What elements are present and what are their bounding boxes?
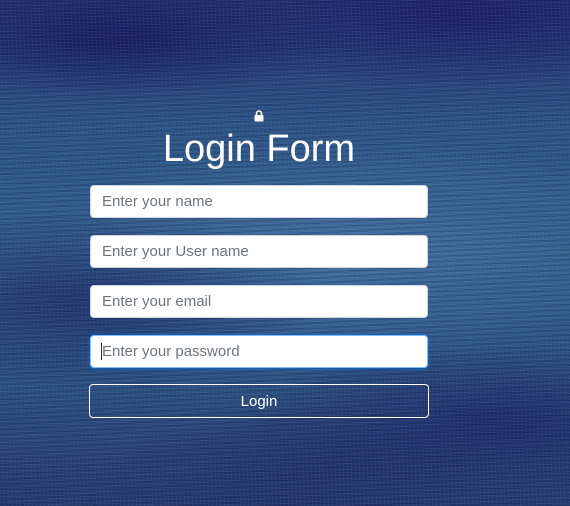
email-input[interactable] xyxy=(90,285,428,318)
login-form-title: Login Form xyxy=(162,128,356,170)
login-button[interactable]: Login xyxy=(89,384,429,418)
name-input[interactable] xyxy=(90,185,428,218)
username-input[interactable] xyxy=(90,235,428,268)
password-input[interactable] xyxy=(90,335,428,368)
login-page: Login Form Login xyxy=(0,0,570,506)
lock-icon xyxy=(254,110,264,122)
text-caret xyxy=(101,343,102,360)
